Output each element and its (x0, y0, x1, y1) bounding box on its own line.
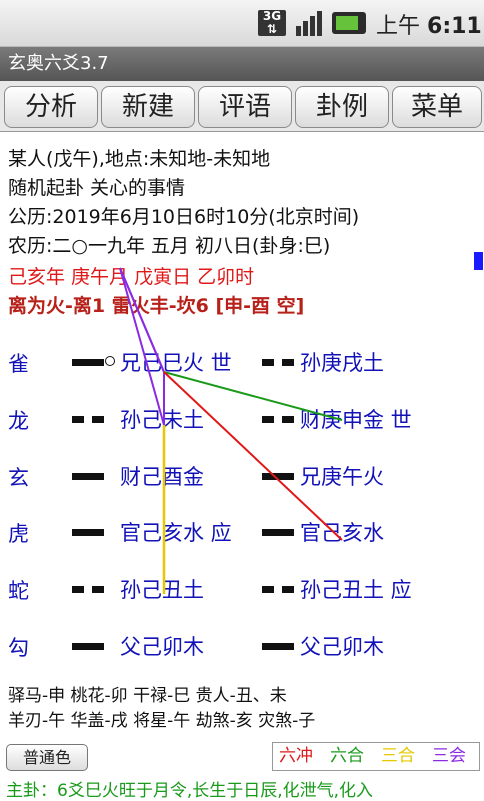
changed-line-text: 孙庚戌土 (300, 351, 384, 375)
six-god-label: 龙 (8, 409, 29, 433)
main-yao-yang (72, 359, 104, 366)
changed-line-text: 孙己丑土 应 (300, 578, 412, 602)
tab-new[interactable]: 新建 (101, 86, 195, 128)
six-god-label: 虎 (8, 522, 29, 546)
main-line-text: 兄己巳火 世 (120, 351, 232, 375)
six-god-label: 勾 (8, 636, 29, 660)
analysis-summary: 主卦：6爻巳火旺于月令,长生于日辰,化泄气,化入 (6, 781, 374, 801)
tab-bar: 分析 新建 评语 卦例 菜单 (0, 81, 484, 132)
main-line-text: 孙己未土 (120, 408, 204, 432)
main-line-text: 财己酉金 (120, 465, 204, 489)
changed-yao-yang (262, 529, 294, 536)
app-title: 玄奥六爻3.7 (8, 53, 109, 74)
main-yao-yang (72, 529, 104, 536)
app-title-bar: 玄奥六爻3.7 (0, 47, 484, 81)
person-info: 某人(戊午),地点:未知地-未知地 (8, 148, 271, 170)
six-god-label: 玄 (8, 466, 29, 490)
changed-yao-yin (262, 586, 294, 593)
liuchong-line (163, 371, 343, 541)
network-3g-icon: 3G ⇅ (258, 10, 286, 36)
lunar-date: 农历:二○一九年 五月 初八日(卦身:巳) (8, 235, 331, 257)
battery-charging-icon (332, 12, 366, 34)
six-god-label: 雀 (8, 352, 29, 376)
legend-liuhe: 六合 (330, 746, 364, 766)
six-god-label: 蛇 (8, 579, 29, 603)
tab-menu[interactable]: 菜单 (392, 86, 482, 128)
changed-line-text: 财庚申金 世 (300, 408, 412, 432)
changed-yao-yang (262, 643, 294, 650)
shensha-row-1: 驿马-申 桃花-卯 干禄-巳 贵人-丑、未 (8, 686, 287, 706)
moving-line-circle-icon (105, 356, 115, 366)
legend-liuchong: 六冲 (279, 746, 313, 766)
signal-strength-icon (296, 11, 322, 36)
main-line-text: 孙己丑土 (120, 578, 204, 602)
shensha-row-2: 羊刃-午 华盖-戌 将星-午 劫煞-亥 灾煞-子 (8, 711, 316, 731)
main-yao-yin (72, 416, 104, 423)
main-line-text: 官己亥水 应 (120, 521, 232, 545)
divination-method: 随机起卦 关心的事情 (8, 177, 186, 199)
color-mode-button[interactable]: 普通色 (6, 744, 88, 771)
clock: 6:11 (427, 14, 482, 39)
tab-examples[interactable]: 卦例 (295, 86, 389, 128)
status-time: 上午 6:11 (376, 8, 482, 40)
ganzhi-line: 己亥年 庚午月 戊寅日 乙卯时 (8, 266, 255, 288)
main-yao-yang (72, 473, 104, 480)
gua-name-line: 离为火-离1 雷火丰-坎6 [申-酉 空] (8, 295, 305, 317)
changed-line-text: 兄庚午火 (300, 465, 384, 489)
main-yao-yang (72, 643, 104, 650)
changed-line-text: 父己卯木 (300, 635, 384, 659)
changed-yao-yin (262, 416, 294, 423)
tab-analysis[interactable]: 分析 (4, 86, 98, 128)
legend-sanhui: 三会 (432, 746, 466, 766)
tab-comment[interactable]: 评语 (198, 86, 292, 128)
legend-sanhe: 三合 (381, 746, 415, 766)
scroll-indicator[interactable] (474, 252, 483, 270)
time-prefix: 上午 (376, 14, 421, 39)
changed-yao-yin (262, 359, 294, 366)
status-bar: 3G ⇅ 上午 6:11 (0, 0, 484, 47)
gregorian-date: 公历:2019年6月10日6时10分(北京时间) (8, 206, 360, 228)
main-yao-yin (72, 586, 104, 593)
changed-yao-yang (262, 473, 294, 480)
relation-legend: 六冲 六合 三合 三会 (272, 742, 480, 771)
changed-line-text: 官己亥水 (300, 521, 384, 545)
main-line-text: 父己卯木 (120, 635, 204, 659)
